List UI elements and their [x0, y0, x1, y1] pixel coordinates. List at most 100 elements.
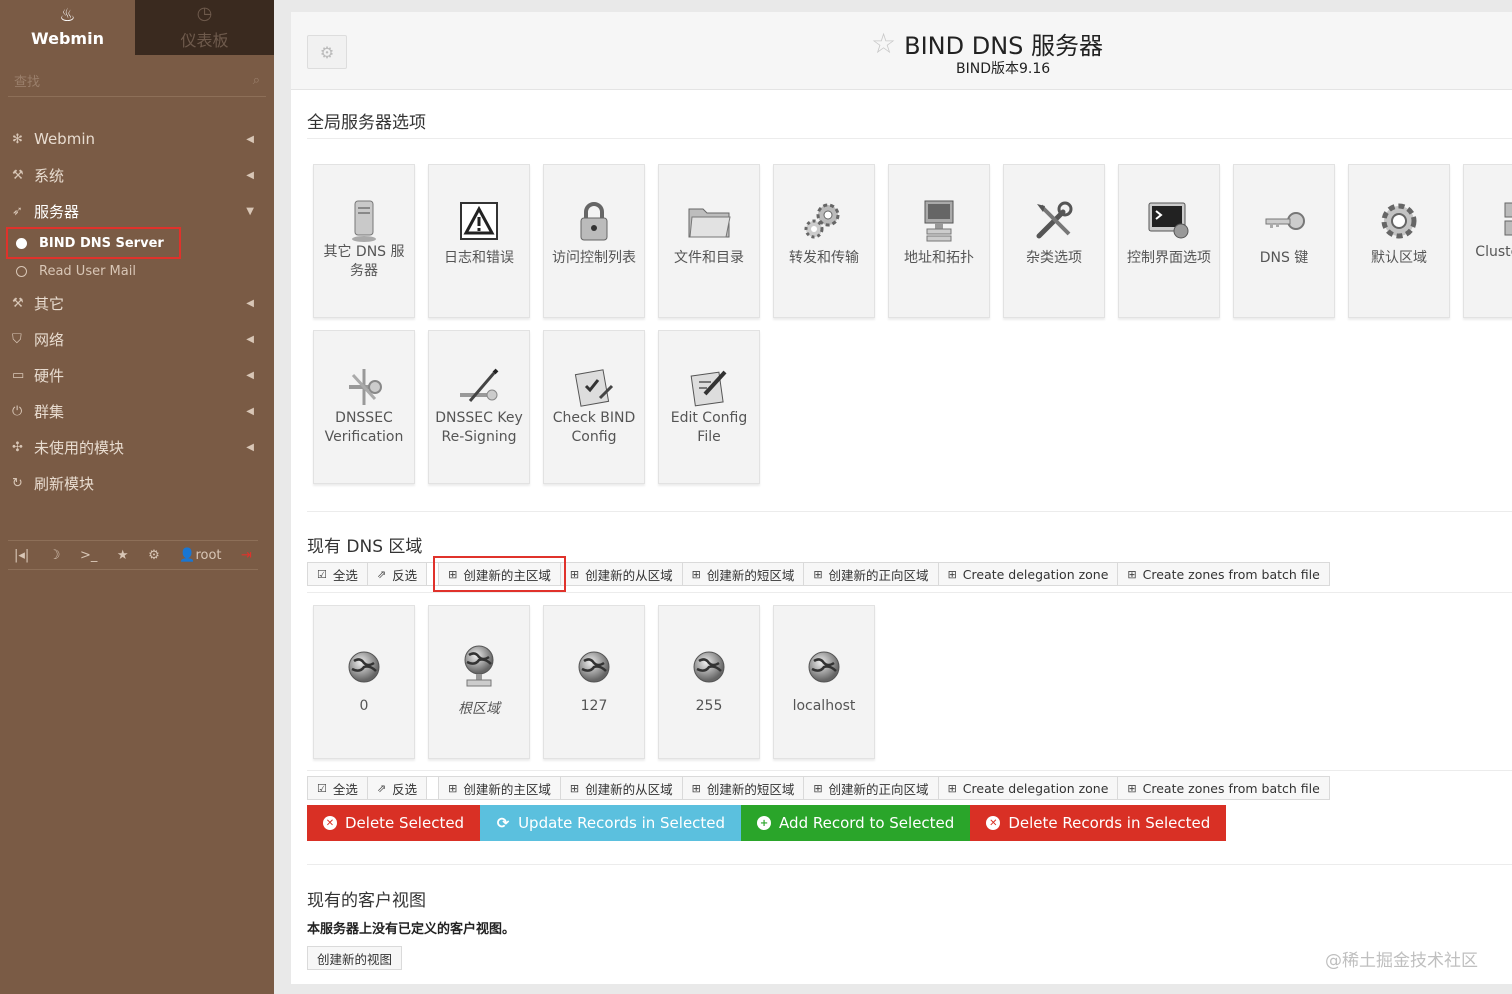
sidebar-item-hardware[interactable]: ▭ 硬件 ◀	[0, 357, 274, 393]
option-tile[interactable]: Edit Config File	[658, 330, 760, 484]
create-slave-zone-button[interactable]: ⊞ 创建新的从区域	[561, 777, 683, 799]
cluster-icon	[1464, 199, 1512, 243]
update-records-button[interactable]: ⟳ Update Records in Selected	[480, 805, 742, 841]
module-config-button[interactable]: ⚙	[307, 35, 347, 69]
sidebar-item-system[interactable]: ⚒ 系统 ◀	[0, 157, 274, 193]
gear-icon: ✻	[12, 131, 23, 147]
sidebar-subitem-read-mail[interactable]: Read User Mail	[0, 257, 274, 285]
create-batch-zones-button[interactable]: ⊞ Create zones from batch file	[1118, 777, 1328, 799]
create-forward-zone-button[interactable]: ⊞ 创建新的正向区域	[804, 563, 939, 585]
divider	[307, 864, 1512, 865]
caret-left-icon: ◀	[246, 333, 254, 345]
puzzle-icon: ✣	[12, 439, 23, 455]
edit-icon	[659, 365, 759, 409]
drive-icon: ▭	[12, 367, 25, 383]
option-tile-label: 默认区域	[1371, 250, 1427, 266]
select-all-button[interactable]: ☑ 全选	[308, 563, 368, 585]
search-icon[interactable]: ⌕	[253, 73, 260, 88]
sidebar-item-servers[interactable]: ➶ 服务器 ▼	[0, 193, 274, 229]
create-slave-zone-button[interactable]: ⊞ 创建新的从区域	[561, 563, 683, 585]
views-title: 现有的客户视图	[307, 891, 426, 911]
settings-icon[interactable]: ⚙	[148, 548, 160, 563]
sidebar-item-refresh[interactable]: ↻ 刷新模块	[0, 465, 274, 501]
terminal-icon[interactable]: >_	[80, 548, 97, 563]
option-tile[interactable]: DNS 键	[1233, 164, 1335, 318]
create-stub-zone-button-label: 创建新的短区域	[706, 567, 795, 583]
page-header: ⚙ ☆ BIND DNS 服务器 BIND版本9.16	[291, 12, 1512, 90]
sidebar-item-network[interactable]: ⛉ 网络 ◀	[0, 321, 274, 357]
delete-selected-button[interactable]: ✕ Delete Selected	[307, 805, 481, 841]
create-delegation-zone-button[interactable]: ⊞ Create delegation zone	[939, 563, 1119, 585]
sidebar-item-unused[interactable]: ✣ 未使用的模块 ◀	[0, 429, 274, 465]
caret-left-icon: ◀	[246, 405, 254, 417]
star-icon[interactable]: ★	[117, 548, 129, 563]
user-menu[interactable]: 👤root	[179, 548, 221, 563]
check-icon: ☑	[317, 781, 327, 795]
option-tile[interactable]: DNSSEC Key Re-Signing	[428, 330, 530, 484]
share-icon: ⇗	[376, 567, 387, 581]
option-tile[interactable]: 其它 DNS 服务器	[313, 164, 415, 318]
option-tile[interactable]: Check BIND Config	[543, 330, 645, 484]
tools-icon	[1004, 199, 1104, 243]
option-tile[interactable]: DNSSEC Verification	[313, 330, 415, 484]
favorite-star-icon[interactable]: ☆	[871, 27, 896, 60]
create-batch-zones-button-label: Create zones from batch file	[1142, 780, 1320, 796]
server-icon	[314, 199, 414, 243]
sidebar-subitem-bind-dns[interactable]: BIND DNS Server	[0, 227, 274, 259]
sidebar-footer: |◂| ☽ >_ ★ ⚙ 👤root ⇥	[8, 540, 258, 570]
delete-records-button[interactable]: ✕ Delete Records in Selected	[970, 805, 1227, 841]
sidebar-item-other[interactable]: ⚒ 其它 ◀	[0, 285, 274, 321]
plus-square-icon: ⊞	[448, 781, 458, 795]
moon-icon[interactable]: ☽	[49, 548, 61, 563]
create-stub-zone-button[interactable]: ⊞ 创建新的短区域	[683, 777, 805, 799]
tab-dashboard[interactable]: ◷ 仪表板	[135, 0, 274, 55]
option-tile[interactable]: 日志和错误	[428, 164, 530, 318]
search-input[interactable]: 查找	[14, 71, 40, 90]
warning-icon	[429, 199, 529, 243]
terminal-icon	[1119, 199, 1219, 243]
zone-tile[interactable]: localhost	[773, 605, 875, 759]
logout-icon[interactable]: ⇥	[241, 548, 252, 563]
sidebar-item-label: Webmin	[34, 130, 95, 148]
option-tile[interactable]: 默认区域	[1348, 164, 1450, 318]
option-tile-label: DNSSEC Verification	[324, 410, 404, 445]
zone-tile[interactable]: 0	[313, 605, 415, 759]
shield-icon: ⛉	[12, 331, 22, 347]
invert-selection-button[interactable]: ⇗ 反选	[368, 777, 428, 799]
option-tile[interactable]: 杂类选项	[1003, 164, 1105, 318]
create-delegation-zone-button[interactable]: ⊞ Create delegation zone	[939, 777, 1119, 799]
option-tile[interactable]: 控制界面选项	[1118, 164, 1220, 318]
zone-tile[interactable]: 127	[543, 605, 645, 759]
option-tile[interactable]: 地址和拓扑	[888, 164, 990, 318]
invert-selection-button[interactable]: ⇗ 反选	[368, 563, 428, 585]
create-forward-zone-button[interactable]: ⊞ 创建新的正向区域	[804, 777, 939, 799]
sidebar-search[interactable]: 查找 ⌕	[8, 65, 266, 97]
create-master-zone-button[interactable]: ⊞ 创建新的主区域	[439, 777, 561, 799]
option-tile-label: 地址和拓扑	[904, 250, 974, 266]
option-tile[interactable]: 转发和传输	[773, 164, 875, 318]
padlock-icon	[544, 199, 644, 243]
zone-tile[interactable]: 根区域	[428, 605, 530, 759]
zone-tile-label: 根区域	[458, 701, 500, 717]
select-all-button[interactable]: ☑ 全选	[308, 777, 368, 799]
create-master-zone-button[interactable]: ⊞ 创建新的主区域	[433, 556, 566, 592]
add-record-button[interactable]: + Add Record to Selected	[741, 805, 971, 841]
option-tile-label: Edit Config File	[670, 410, 748, 445]
collapse-icon[interactable]: |◂|	[14, 548, 29, 563]
zone-tile[interactable]: 255	[658, 605, 760, 759]
check-icon: ☑	[317, 567, 327, 581]
sidebar-item-cluster[interactable]: ⏻ 群集 ◀	[0, 393, 274, 429]
create-batch-zones-button[interactable]: ⊞ Create zones from batch file	[1118, 563, 1328, 585]
sidebar-item-label: 未使用的模块	[34, 438, 125, 457]
option-tile[interactable]: 访问控制列表	[543, 164, 645, 318]
create-stub-zone-button[interactable]: ⊞ 创建新的短区域	[683, 563, 805, 585]
sidebar-item-webmin[interactable]: ✻ Webmin ◀	[0, 121, 274, 157]
option-tile[interactable]: 文件和目录	[658, 164, 760, 318]
create-view-button[interactable]: 创建新的视图	[307, 946, 403, 970]
plus-square-icon: ⊞	[813, 567, 823, 581]
main-content: ⚙ ☆ BIND DNS 服务器 BIND版本9.16 全局服务器选项 其它 D…	[291, 12, 1512, 984]
option-tile[interactable]: Cluster Ser	[1463, 164, 1512, 318]
caret-left-icon: ◀	[246, 297, 254, 309]
tab-webmin[interactable]: ♨ Webmin	[0, 0, 135, 55]
user-name: root	[195, 547, 222, 563]
